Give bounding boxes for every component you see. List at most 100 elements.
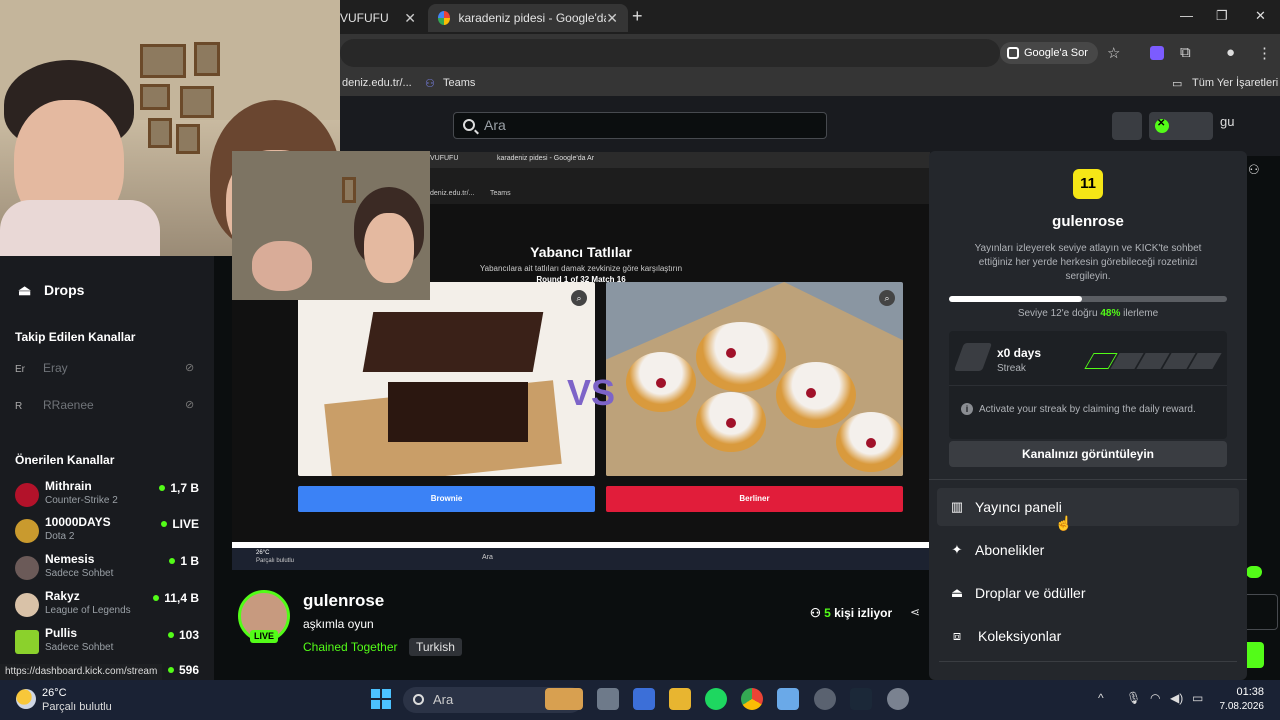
close-tab-icon[interactable]: ✕: [606, 10, 618, 27]
viewer-count: 11,4 B: [153, 591, 199, 605]
channel-name: RRaenee: [43, 398, 94, 412]
windows-taskbar: 26°C Parçalı bulutlu Ara ^ 🎙 ◠ ◀) ▭ 01:3…: [0, 680, 1280, 720]
menu-label: Droplar ve ödüller: [975, 585, 1086, 601]
inner-weather: Parçalı bulutlu: [256, 558, 295, 564]
recommended-heading: Önerilen Kanallar: [15, 453, 115, 467]
divider: [929, 479, 1247, 480]
nav-button[interactable]: [1112, 112, 1142, 140]
steam-icon[interactable]: [850, 688, 872, 710]
followed-channel[interactable]: R RRaenee ⊘: [15, 398, 205, 415]
recommended-channel[interactable]: Mithrain Counter-Strike 2 1,7 B: [15, 479, 205, 513]
channel-name: Rakyz: [45, 589, 80, 603]
recommended-channel[interactable]: Pullis Sadece Sohbet 103: [15, 626, 205, 660]
stream-category-link[interactable]: Chained Together: [303, 640, 398, 654]
level-description: Yayınları izleyerek seviye atlayın ve KI…: [974, 243, 1202, 282]
weather-desc: Parçalı bulutlu: [42, 701, 112, 713]
restore-icon[interactable]: ❐: [1216, 8, 1228, 24]
extensions-icon[interactable]: ⧉: [1180, 44, 1191, 61]
channel-name: Mithrain: [45, 479, 92, 493]
viewer-count: 1 B: [169, 554, 199, 568]
tray-chevron-icon[interactable]: ^: [1098, 691, 1104, 705]
minimize-icon[interactable]: —: [1180, 8, 1193, 23]
menu-kebab-icon[interactable]: ⋮: [1257, 44, 1272, 62]
channel-avatar: [15, 519, 39, 543]
recommended-channel[interactable]: 10000DAYS Dota 2 LIVE: [15, 515, 205, 549]
bookmark-item[interactable]: Teams: [443, 77, 475, 89]
live-badge: LIVE: [250, 630, 278, 643]
obs-icon[interactable]: [814, 688, 836, 710]
all-bookmarks-link[interactable]: Tüm Yer İşaretleri: [1192, 77, 1278, 89]
microphone-icon[interactable]: 🎙: [1126, 691, 1141, 705]
file-explorer-icon[interactable]: [669, 688, 691, 710]
search-input[interactable]: Ara: [453, 112, 827, 139]
google-ask-label: Google'a Sor: [1024, 47, 1088, 59]
channel-name: 10000DAYS: [45, 515, 111, 529]
close-window-icon[interactable]: ✕: [1255, 8, 1266, 24]
battery-icon[interactable]: ▭: [1192, 691, 1203, 705]
streak-label: Streak: [997, 363, 1026, 374]
zoom-icon: ⌕: [879, 290, 895, 306]
google-ask-button[interactable]: Google'a Sor: [1000, 42, 1098, 64]
address-bar[interactable]: [340, 39, 1000, 67]
menu-item-subscriptions[interactable]: ✦ Abonelikler: [937, 531, 1239, 569]
streak-info-text: Activate your streak by claiming the dai…: [979, 404, 1196, 415]
viewer-count: ⚇ 5 kişi izliyor: [810, 606, 892, 620]
folder-icon: ▭: [1172, 78, 1183, 90]
store-icon[interactable]: [633, 688, 655, 710]
inner-search: Ara: [482, 554, 493, 561]
drops-icon: ⏏: [950, 585, 964, 600]
info-icon: i: [961, 403, 973, 415]
inner-bookmark: deniz.edu.tr/...: [430, 190, 475, 197]
twitch-extension-icon[interactable]: [1150, 46, 1164, 60]
menu-item-drops[interactable]: ⏏ Droplar ve ödüller: [937, 574, 1239, 612]
browser-tab-active[interactable]: karadeniz pidesi - Google'da Ar ✕: [428, 4, 628, 32]
clock-date[interactable]: 7.08.2026: [1206, 701, 1265, 712]
wifi-icon[interactable]: ◠: [1150, 691, 1160, 705]
channel-category: Sadece Sohbet: [45, 642, 114, 653]
share-icon[interactable]: ⋖: [910, 605, 920, 619]
search-highlight-icon[interactable]: [545, 688, 583, 710]
followed-channel[interactable]: Er Eray ⊘: [15, 361, 205, 378]
progress-percent: 48%: [1100, 308, 1121, 319]
streamer-name[interactable]: gulenrose: [303, 591, 384, 611]
task-view-icon[interactable]: [597, 688, 619, 710]
user-icon[interactable]: ⚇: [1248, 162, 1260, 178]
search-icon: [463, 119, 475, 131]
chrome-icon[interactable]: [741, 688, 763, 710]
recommended-channel[interactable]: Nemesis Sadece Sohbet 1 B: [15, 552, 205, 586]
inner-tab-title: VUFUFU: [430, 155, 459, 162]
new-tab-icon[interactable]: +: [632, 6, 643, 27]
profile-icon[interactable]: ●: [1226, 44, 1235, 61]
bookmark-item[interactable]: deniz.edu.tr/...: [342, 77, 412, 89]
kick-coins-button[interactable]: [1149, 112, 1213, 140]
weather-icon[interactable]: [16, 689, 36, 709]
star-icon[interactable]: ☆: [1107, 44, 1120, 62]
level-progress-text: Seviye 12'e doğru 48% ilerleme: [929, 308, 1247, 319]
channel-name: Eray: [43, 361, 68, 375]
level-progress-fill: [949, 296, 1083, 302]
menu-item-dashboard[interactable]: ▥ Yayıncı paneli: [937, 488, 1239, 526]
inner-tab-title: karadeniz pidesi - Google'da Ar: [497, 155, 595, 162]
recommended-channel[interactable]: Rakyz League of Legends 11,4 B: [15, 589, 205, 623]
status-url: https://dashboard.kick.com/stream: [0, 664, 163, 680]
viewer-count: 1,7 B: [159, 481, 199, 495]
discord-icon[interactable]: [777, 688, 799, 710]
sidebar-item-drops[interactable]: ⏏ Drops: [18, 282, 84, 299]
volume-icon[interactable]: ◀): [1170, 691, 1183, 705]
language-tag[interactable]: Turkish: [409, 638, 462, 656]
spotify-icon[interactable]: [705, 688, 727, 710]
inner-temp: 26°C: [256, 550, 270, 556]
menu-item-collections[interactable]: ⧈ Koleksiyonlar: [937, 617, 1239, 655]
user-avatar[interactable]: gu: [1220, 114, 1234, 129]
close-tab-icon[interactable]: ✕: [404, 10, 416, 27]
clock-time[interactable]: 01:38: [1228, 686, 1264, 698]
channel-avatar: R: [15, 401, 23, 412]
settings-icon[interactable]: [887, 688, 909, 710]
start-button[interactable]: [371, 689, 391, 709]
view-channel-button[interactable]: Kanalınızı görüntüleyin: [949, 441, 1227, 467]
browser-tab[interactable]: VUFUFU ✕: [330, 4, 426, 32]
channel-category: Dota 2: [45, 531, 75, 542]
brownie-choice-button: Brownie: [298, 486, 595, 512]
taskbar-search-placeholder: Ara: [433, 692, 454, 707]
level-progress-bar: [949, 296, 1227, 302]
